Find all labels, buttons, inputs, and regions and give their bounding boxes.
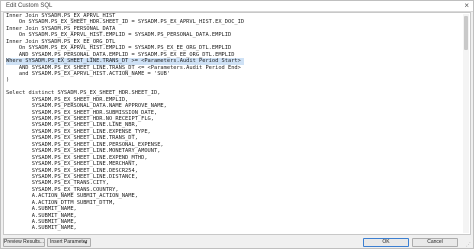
chevron-down-icon: ▼ <box>84 240 88 245</box>
sql-line[interactable]: On SYSADM.PS_EX_APRVL_HIST.EMPLID = SYSA… <box>6 32 244 38</box>
sql-line[interactable]: AND SYSADM.PS_EX_SHEET_LINE.TRANS_DT <= … <box>6 65 244 71</box>
sql-editor[interactable]: Inner Join SYSADM.PS_EX_APRVL_HIST On SY… <box>3 12 471 235</box>
sql-line[interactable]: A.SUBMIT_NAME, <box>6 225 244 231</box>
resize-grip-icon[interactable]: ⋰ <box>466 243 471 248</box>
sql-text[interactable]: Inner Join SYSADM.PS_EX_APRVL_HIST On SY… <box>6 13 245 232</box>
dialog-title: Edit Custom SQL <box>6 3 53 9</box>
title-bar: Edit Custom SQL × <box>1 1 473 12</box>
button-bar: Preview Results... Insert Parameter ▼ OK… <box>1 236 473 249</box>
scrollbar-thumb[interactable] <box>464 16 468 50</box>
sql-line[interactable]: On SYSADM.PS_EX_SHEET_HDR.SHEET_ID = SYS… <box>6 19 244 25</box>
close-icon[interactable]: × <box>464 1 469 11</box>
sql-line[interactable]: On SYSADM.PS_EX_APRVL_HIST.EMPLID = SYSA… <box>6 45 244 51</box>
preview-results-button[interactable]: Preview Results... <box>3 238 45 247</box>
cancel-button[interactable]: Cancel <box>412 238 458 247</box>
insert-parameter-dropdown[interactable]: Insert Parameter ▼ <box>47 238 91 247</box>
insert-parameter-label: Insert Parameter <box>50 239 88 245</box>
edit-custom-sql-dialog: Edit Custom SQL × Inner Join SYSADM.PS_E… <box>0 0 474 249</box>
sql-line[interactable]: Where SYSADM.PS_EX_SHEET_LINE.TRANS_DT >… <box>6 58 245 65</box>
vertical-scrollbar[interactable] <box>463 14 469 233</box>
ok-button[interactable]: OK <box>363 238 409 247</box>
